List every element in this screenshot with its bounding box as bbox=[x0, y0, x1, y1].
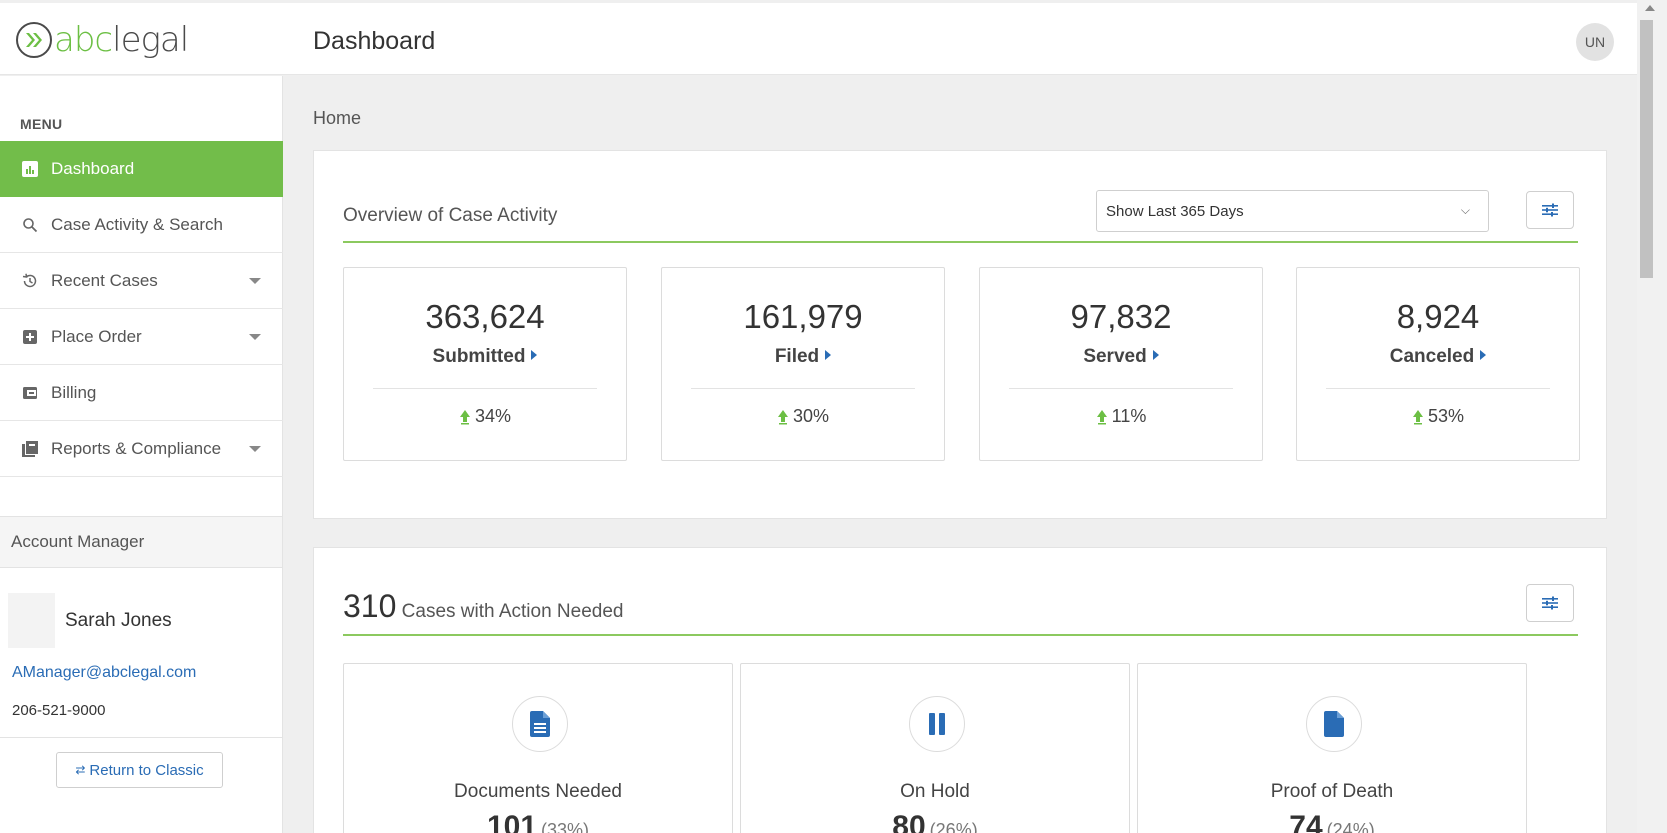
menu-label: MENU bbox=[20, 116, 62, 132]
chevron-down-icon: ⌵ bbox=[1461, 203, 1470, 218]
stat-link-submitted[interactable]: Submitted bbox=[344, 346, 626, 368]
arrow-up-icon bbox=[1096, 409, 1108, 425]
stat-card-canceled: 8,924 Canceled 53% bbox=[1296, 267, 1580, 461]
overview-title: Overview of Case Activity bbox=[343, 205, 557, 227]
arrow-up-icon bbox=[459, 409, 471, 425]
stat-change: 11% bbox=[980, 406, 1262, 427]
action-card-proof-of-death[interactable]: Proof of Death 74(24%) bbox=[1137, 663, 1527, 833]
action-needed-title: 310 Cases with Action Needed bbox=[343, 588, 623, 625]
overview-filter-button[interactable] bbox=[1526, 191, 1574, 229]
logo-chevron-icon bbox=[16, 22, 52, 58]
sidebar-item-billing[interactable]: Billing bbox=[0, 365, 283, 421]
stat-card-submitted: 363,624 Submitted 34% bbox=[343, 267, 627, 461]
action-card-count: 74(24%) bbox=[1138, 810, 1526, 833]
stat-link-served[interactable]: Served bbox=[980, 346, 1262, 368]
stat-value: 363,624 bbox=[344, 298, 626, 336]
stat-value: 8,924 bbox=[1297, 298, 1579, 336]
return-to-classic-button[interactable]: ⇄ Return to Classic bbox=[56, 752, 223, 788]
overview-panel: Overview of Case Activity Show Last 365 … bbox=[313, 150, 1607, 519]
pause-icon bbox=[909, 696, 965, 752]
caret-right-icon bbox=[1480, 350, 1486, 360]
divider bbox=[373, 388, 597, 389]
sidebar-item-dashboard[interactable]: Dashboard bbox=[0, 141, 283, 197]
caret-right-icon bbox=[531, 350, 537, 360]
chevron-down-icon[interactable] bbox=[249, 278, 261, 284]
date-range-value: Show Last 365 Days bbox=[1106, 203, 1244, 220]
bar-chart-icon bbox=[21, 160, 39, 178]
action-card-count: 80(26%) bbox=[741, 810, 1129, 833]
action-card-documents-needed[interactable]: Documents Needed 101(33%) bbox=[343, 663, 733, 833]
swap-arrows-icon: ⇄ bbox=[75, 763, 85, 777]
sidebar-item-label: Dashboard bbox=[51, 159, 134, 179]
vertical-scrollbar[interactable] bbox=[1637, 0, 1667, 833]
action-card-count: 101(33%) bbox=[344, 810, 732, 833]
history-icon bbox=[21, 272, 39, 290]
sidebar-item-place-order[interactable]: Place Order bbox=[0, 309, 283, 365]
document-icon bbox=[512, 696, 568, 752]
sidebar-item-case-activity[interactable]: Case Activity & Search bbox=[0, 197, 283, 253]
scrollbar-thumb[interactable] bbox=[1640, 20, 1653, 278]
action-filter-button[interactable] bbox=[1526, 584, 1574, 622]
date-range-select[interactable]: Show Last 365 Days ⌵ bbox=[1096, 190, 1489, 232]
sidebar-item-label: Billing bbox=[51, 383, 96, 403]
top-bar: abclegal Dashboard UN bbox=[0, 3, 1637, 75]
action-needed-count: 310 bbox=[343, 588, 396, 624]
sidebar-item-label: Place Order bbox=[51, 327, 142, 347]
arrow-up-icon bbox=[1412, 409, 1424, 425]
action-card-label: On Hold bbox=[741, 781, 1129, 803]
account-manager-name: Sarah Jones bbox=[65, 610, 172, 632]
user-avatar[interactable]: UN bbox=[1576, 23, 1614, 61]
action-divider bbox=[343, 634, 1578, 636]
divider bbox=[691, 388, 915, 389]
stat-card-served: 97,832 Served 11% bbox=[979, 267, 1263, 461]
sidebar-item-label: Case Activity & Search bbox=[51, 215, 223, 235]
sidebar: MENU Dashboard Case Activity & Search Re… bbox=[0, 76, 283, 833]
return-to-classic-label: Return to Classic bbox=[89, 762, 203, 779]
wallet-icon bbox=[21, 384, 39, 402]
plus-square-icon bbox=[21, 328, 39, 346]
sidebar-item-reports[interactable]: Reports & Compliance bbox=[0, 421, 283, 477]
arrow-up-icon bbox=[777, 409, 789, 425]
action-needed-panel: 310 Cases with Action Needed Documents N… bbox=[313, 547, 1607, 833]
stat-link-canceled[interactable]: Canceled bbox=[1297, 346, 1579, 368]
account-manager-photo bbox=[8, 593, 55, 648]
account-manager-email-link[interactable]: AManager@abclegal.com bbox=[12, 664, 196, 682]
stat-change: 53% bbox=[1297, 406, 1579, 427]
breadcrumb[interactable]: Home bbox=[313, 108, 361, 129]
scroll-up-arrow-icon[interactable] bbox=[1645, 5, 1655, 11]
action-card-label: Proof of Death bbox=[1138, 781, 1526, 803]
stat-link-filed[interactable]: Filed bbox=[662, 346, 944, 368]
stat-card-filed: 161,979 Filed 30% bbox=[661, 267, 945, 461]
sliders-icon bbox=[1541, 595, 1559, 611]
stat-change: 30% bbox=[662, 406, 944, 427]
overview-divider bbox=[343, 241, 1578, 243]
caret-right-icon bbox=[825, 350, 831, 360]
stat-change: 34% bbox=[344, 406, 626, 427]
sidebar-item-label: Recent Cases bbox=[51, 271, 158, 291]
chevron-down-icon[interactable] bbox=[249, 446, 261, 452]
logo-wordmark: abclegal bbox=[54, 22, 188, 58]
account-manager-phone: 206-521-9000 bbox=[12, 702, 105, 719]
account-manager-heading: Account Manager bbox=[0, 516, 282, 568]
file-icon bbox=[1306, 696, 1362, 752]
search-icon bbox=[21, 216, 39, 234]
reports-icon bbox=[21, 440, 39, 458]
sidebar-item-recent-cases[interactable]: Recent Cases bbox=[0, 253, 283, 309]
sidebar-menu: Dashboard Case Activity & Search Recent … bbox=[0, 141, 283, 477]
caret-right-icon bbox=[1153, 350, 1159, 360]
action-card-on-hold[interactable]: On Hold 80(26%) bbox=[740, 663, 1130, 833]
stat-value: 97,832 bbox=[980, 298, 1262, 336]
page-title: Dashboard bbox=[313, 27, 435, 56]
stat-value: 161,979 bbox=[662, 298, 944, 336]
divider bbox=[0, 737, 282, 738]
sidebar-item-label: Reports & Compliance bbox=[51, 439, 221, 459]
divider bbox=[1326, 388, 1550, 389]
sliders-icon bbox=[1541, 202, 1559, 218]
divider bbox=[1009, 388, 1233, 389]
abclegal-logo[interactable]: abclegal bbox=[16, 22, 188, 58]
action-card-label: Documents Needed bbox=[344, 781, 732, 803]
chevron-down-icon[interactable] bbox=[249, 334, 261, 340]
